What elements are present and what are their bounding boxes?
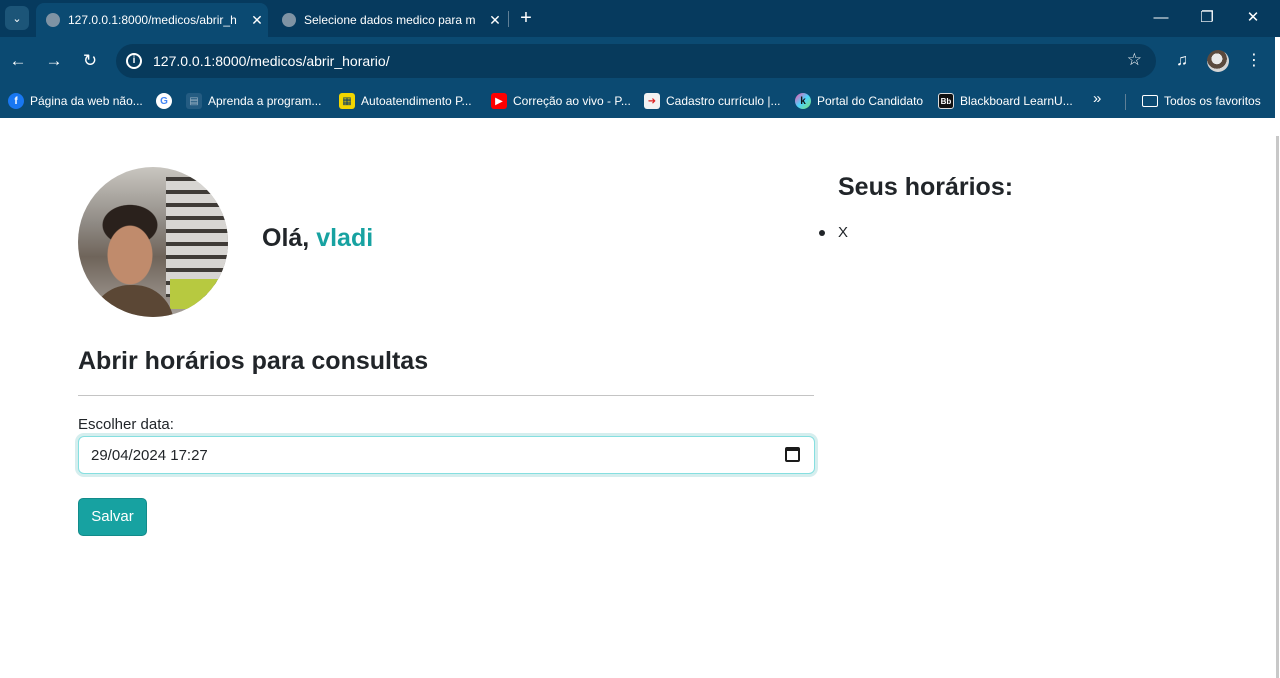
forward-button[interactable]: → [42,49,66,73]
new-tab-button[interactable]: + [514,5,538,31]
media-control-icon[interactable]: ♫ [1170,49,1194,73]
globe-icon [46,13,60,27]
bookmarks-bar: f Página da web não... G ▤ Aprenda a pro… [0,85,1276,118]
browser-tab-bar: ⌄ 127.0.0.1:8000/medicos/abrir_h ✕ Selec… [0,0,1280,37]
tab-search-button[interactable]: ⌄ [5,6,29,30]
back-button[interactable]: ← [6,49,30,73]
bookmark-item[interactable]: ▦ Autoatendimento P... [339,91,472,111]
username: vladi [316,224,374,252]
document-icon: ▤ [186,93,202,109]
blackboard-icon: Bb [938,93,954,109]
address-bar[interactable]: i 127.0.0.1:8000/medicos/abrir_horario/ … [116,44,1156,78]
date-label: Escolher data: [78,416,174,433]
bank-icon: ▦ [339,93,355,109]
youtube-icon: ▶ [491,93,507,109]
k-icon: k [795,93,811,109]
tab-abrir-horario[interactable]: 127.0.0.1:8000/medicos/abrir_h ✕ [36,3,268,37]
bookmark-item[interactable]: ▶ Correção ao vivo - P... [491,91,631,111]
page-title: Abrir horários para consultas [78,347,429,375]
close-window-button[interactable]: ✕ [1230,0,1276,36]
bookmark-item[interactable]: ➜ Cadastro currículo |... [644,91,781,111]
datetime-input[interactable]: 29/04/2024 17:27 [78,436,815,474]
all-bookmarks-folder[interactable]: Todos os favoritos [1142,91,1261,111]
bookmark-item[interactable]: G [156,91,178,111]
url-text[interactable]: 127.0.0.1:8000/medicos/abrir_horario/ [153,53,390,69]
calendar-icon[interactable] [785,447,800,462]
minimize-button[interactable]: — [1138,0,1184,36]
bookmark-item[interactable]: Bb Blackboard LearnU... [938,91,1073,111]
restore-button[interactable]: ❐ [1184,0,1230,36]
close-tab-icon[interactable]: ✕ [246,12,268,29]
avatar-shirt [90,285,174,317]
bullet-icon [819,230,825,236]
google-icon: G [156,93,172,109]
bookmarks-divider [1125,94,1126,110]
tab-divider [508,11,509,27]
list-item: X [818,224,848,241]
facebook-icon: f [8,93,24,109]
divider [78,395,814,396]
bookmark-item[interactable]: f Página da web não... [8,91,143,111]
site-info-icon[interactable]: i [126,53,142,69]
bookmark-item[interactable]: k Portal do Candidato [795,91,923,111]
tab-title: 127.0.0.1:8000/medicos/abrir_h [68,13,237,27]
schedule-item-text: X [838,224,849,241]
scrollbar-thumb[interactable] [1276,136,1279,678]
tab-selecione-dados[interactable]: Selecione dados medico para m ✕ [272,3,506,37]
bookmark-star-icon[interactable]: ☆ [1127,50,1142,70]
bookmark-item[interactable]: ▤ Aprenda a program... [186,91,321,111]
datetime-value[interactable]: 29/04/2024 17:27 [91,447,208,464]
schedule-title: Seus horários: [838,173,1014,201]
profile-avatar[interactable] [1207,50,1229,72]
schedule-list: X [818,224,848,241]
greeting-prefix: Olá, [262,224,310,252]
avatar-background [170,279,218,309]
page-content: Olá, vladi Abrir horários para consultas… [0,118,1275,678]
reload-button[interactable]: ↻ [78,49,102,73]
greeting: Olá, vladi [262,224,373,253]
close-tab-icon[interactable]: ✕ [484,12,506,29]
tab-title: Selecione dados medico para m [304,13,476,27]
form-icon: ➜ [644,93,660,109]
menu-icon[interactable]: ⋮ [1242,49,1266,73]
save-button[interactable]: Salvar [78,498,147,536]
browser-toolbar: ← → ↻ i 127.0.0.1:8000/medicos/abrir_hor… [0,37,1280,85]
globe-icon [282,13,296,27]
avatar [78,167,228,317]
more-bookmarks-icon[interactable]: » [1093,90,1101,107]
folder-icon [1142,95,1158,107]
